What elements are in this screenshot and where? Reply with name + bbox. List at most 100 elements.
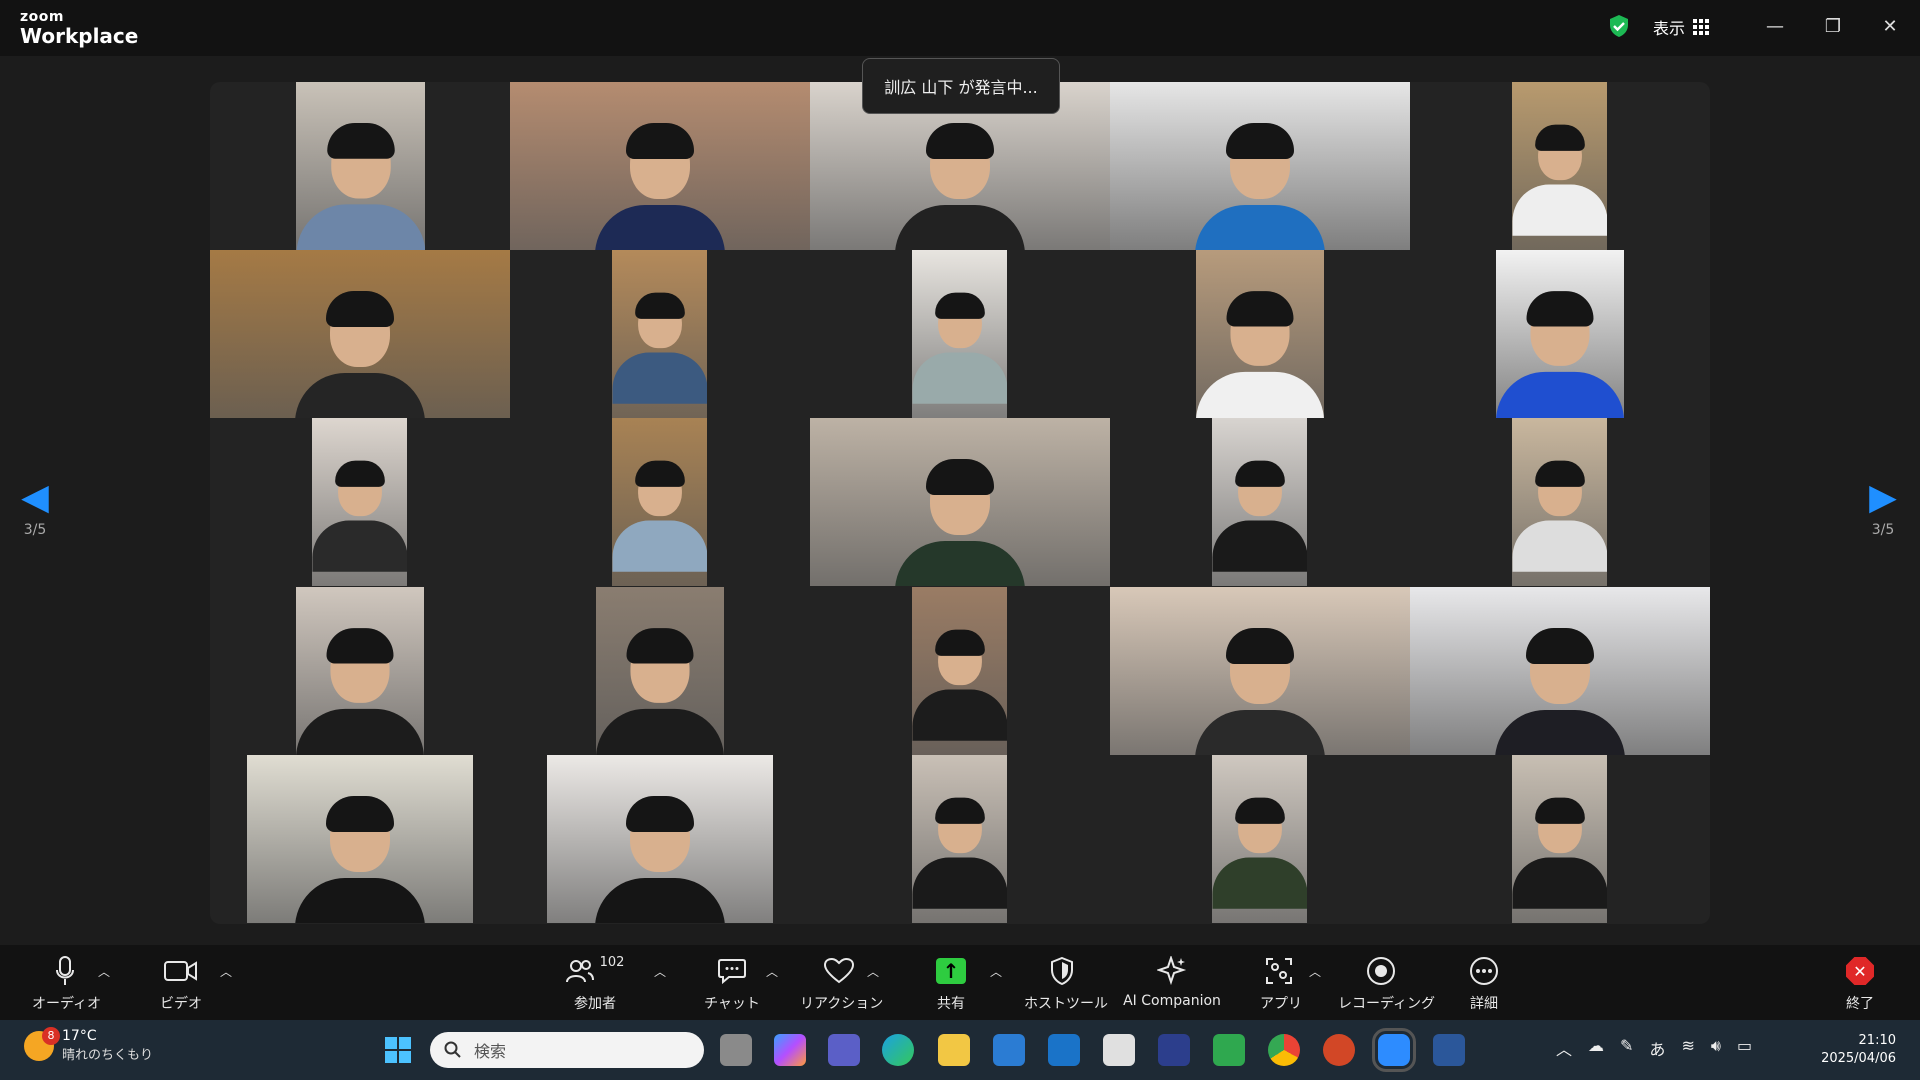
settings-gear-icon[interactable]: [1103, 1034, 1135, 1066]
participant-video-tile[interactable]: [1110, 587, 1410, 755]
apps-button[interactable]: アプリ: [1260, 953, 1302, 1013]
notification-badge: 8: [42, 1026, 60, 1045]
microsoft-store-icon[interactable]: [993, 1034, 1025, 1066]
reactions-options-caret[interactable]: ︿: [867, 963, 879, 980]
reactions-label: リアクション: [800, 996, 884, 1012]
view-button[interactable]: 表示: [1653, 14, 1710, 40]
participant-video-tile[interactable]: [296, 587, 424, 755]
participant-video-tile[interactable]: [547, 755, 773, 923]
ai-companion-button[interactable]: AI Companion: [1122, 953, 1222, 1009]
end-label: 終了: [1846, 996, 1874, 1012]
system-tray: ︿ ☁ ✎ あ ≋ 🔊︎ ▭: [1556, 1036, 1752, 1060]
participant-video-tile[interactable]: [1212, 755, 1307, 923]
share-options-caret[interactable]: ︿: [990, 963, 1002, 980]
word-icon[interactable]: [1433, 1034, 1465, 1066]
participant-video-tile[interactable]: [1496, 250, 1624, 418]
participant-video-tile[interactable]: [612, 250, 707, 418]
zoom-taskbar-icon[interactable]: [1372, 1028, 1416, 1072]
tray-overflow-chevron-icon[interactable]: ︿: [1556, 1036, 1572, 1060]
share-button[interactable]: ↑ 共有: [930, 953, 972, 1013]
previous-page-nav[interactable]: ◀ 3/5: [0, 480, 70, 539]
taskbar-search[interactable]: 検索: [430, 1032, 704, 1068]
record-icon: [1338, 953, 1424, 989]
audio-options-caret[interactable]: ︿: [98, 963, 110, 980]
apps-options-caret[interactable]: ︿: [1309, 963, 1321, 980]
participant-video-tile[interactable]: [912, 755, 1007, 923]
chat-icon: [702, 953, 762, 989]
weather-widget[interactable]: 8 17°C 晴れのちくもり: [24, 1026, 153, 1063]
close-button[interactable]: ✕: [1870, 10, 1910, 42]
copilot-icon[interactable]: [774, 1034, 806, 1066]
camera-icon: [154, 953, 208, 989]
participant-silhouette: [612, 460, 707, 572]
participant-video-tile[interactable]: [1110, 82, 1410, 250]
chat-button[interactable]: チャット: [702, 953, 762, 1013]
system-clock[interactable]: 21:10 2025/04/06: [1821, 1032, 1896, 1068]
temperature: 17°C: [62, 1028, 97, 1044]
audio-label: オーディオ: [32, 996, 102, 1012]
participants-button[interactable]: 102 参加者: [560, 953, 630, 1013]
file-explorer-icon[interactable]: [938, 1034, 970, 1066]
chat-options-caret[interactable]: ︿: [766, 963, 778, 980]
participant-video-tile[interactable]: [596, 587, 724, 755]
participant-video-tile[interactable]: [210, 250, 510, 418]
participant-silhouette: [595, 796, 725, 923]
participant-video-tile[interactable]: [312, 418, 407, 586]
participant-silhouette: [895, 459, 1025, 586]
arrow-right-icon[interactable]: ▶: [1848, 480, 1918, 516]
ime-indicator[interactable]: あ: [1649, 1036, 1665, 1060]
pen-input-icon[interactable]: ✎: [1620, 1036, 1633, 1060]
windows-taskbar: 8 17°C 晴れのちくもり 検索 ︿ ☁ ✎ あ ≋ 🔊︎ ▭ 21:10 2…: [0, 1020, 1920, 1080]
recording-button[interactable]: レコーディング: [1338, 953, 1435, 1013]
sparkle-icon: [1122, 953, 1222, 989]
participant-video-tile[interactable]: [1212, 418, 1307, 586]
participant-video-tile[interactable]: [247, 755, 473, 923]
powerpoint-icon[interactable]: [1323, 1034, 1355, 1066]
maximize-button[interactable]: ❐: [1813, 10, 1853, 42]
onedrive-icon[interactable]: ☁: [1588, 1036, 1604, 1060]
chat-app-icon[interactable]: [1213, 1034, 1245, 1066]
participant-silhouette: [895, 123, 1025, 250]
clock-time: 21:10: [1858, 1033, 1896, 1048]
task-view-icon[interactable]: [720, 1034, 752, 1066]
security-shield-icon[interactable]: [1607, 14, 1631, 38]
share-label: 共有: [937, 996, 965, 1012]
chat-label: チャット: [704, 996, 760, 1012]
teams-icon[interactable]: [828, 1034, 860, 1066]
reactions-button[interactable]: リアクション: [800, 953, 884, 1013]
next-page-nav[interactable]: ▶ 3/5: [1848, 480, 1918, 539]
mail-icon[interactable]: [1048, 1034, 1080, 1066]
participant-video-tile[interactable]: [1512, 755, 1607, 923]
chrome-icon[interactable]: [1268, 1034, 1300, 1066]
zoom-logo: zoom Workplace: [20, 10, 138, 46]
participant-video-tile[interactable]: [612, 418, 707, 586]
participant-video-tile[interactable]: [1512, 82, 1607, 250]
wifi-icon[interactable]: ≋: [1681, 1036, 1694, 1060]
audio-button[interactable]: オーディオ: [32, 953, 102, 1013]
arrow-left-icon[interactable]: ◀: [0, 480, 70, 516]
participant-video-tile[interactable]: [510, 82, 810, 250]
more-button[interactable]: 詳細: [1465, 953, 1503, 1013]
participants-options-caret[interactable]: ︿: [654, 963, 666, 980]
participant-video-tile[interactable]: [1512, 418, 1607, 586]
participant-video-tile[interactable]: [1410, 587, 1710, 755]
end-icon-wrap: ✕: [1840, 953, 1880, 989]
participant-video-tile[interactable]: [912, 587, 1007, 755]
participant-silhouette: [295, 796, 425, 923]
participants-label: 参加者: [574, 996, 616, 1012]
participant-video-tile[interactable]: [912, 250, 1007, 418]
participant-video-tile[interactable]: [1196, 250, 1324, 418]
battery-icon[interactable]: ▭: [1737, 1036, 1752, 1060]
end-meeting-button[interactable]: ✕ 終了: [1840, 953, 1880, 1013]
participant-video-tile[interactable]: [296, 82, 425, 250]
volume-icon[interactable]: 🔊︎: [1711, 1036, 1721, 1060]
host-tools-button[interactable]: ホストツール: [1024, 953, 1108, 1013]
app-icon-blue[interactable]: [1158, 1034, 1190, 1066]
video-options-caret[interactable]: ︿: [220, 963, 232, 980]
participant-video-tile[interactable]: [810, 418, 1110, 586]
participant-silhouette: [596, 628, 724, 755]
minimize-button[interactable]: —: [1755, 10, 1795, 42]
video-button[interactable]: ビデオ: [154, 953, 208, 1013]
windows-start-icon[interactable]: [384, 1036, 412, 1064]
edge-icon[interactable]: [882, 1034, 914, 1066]
